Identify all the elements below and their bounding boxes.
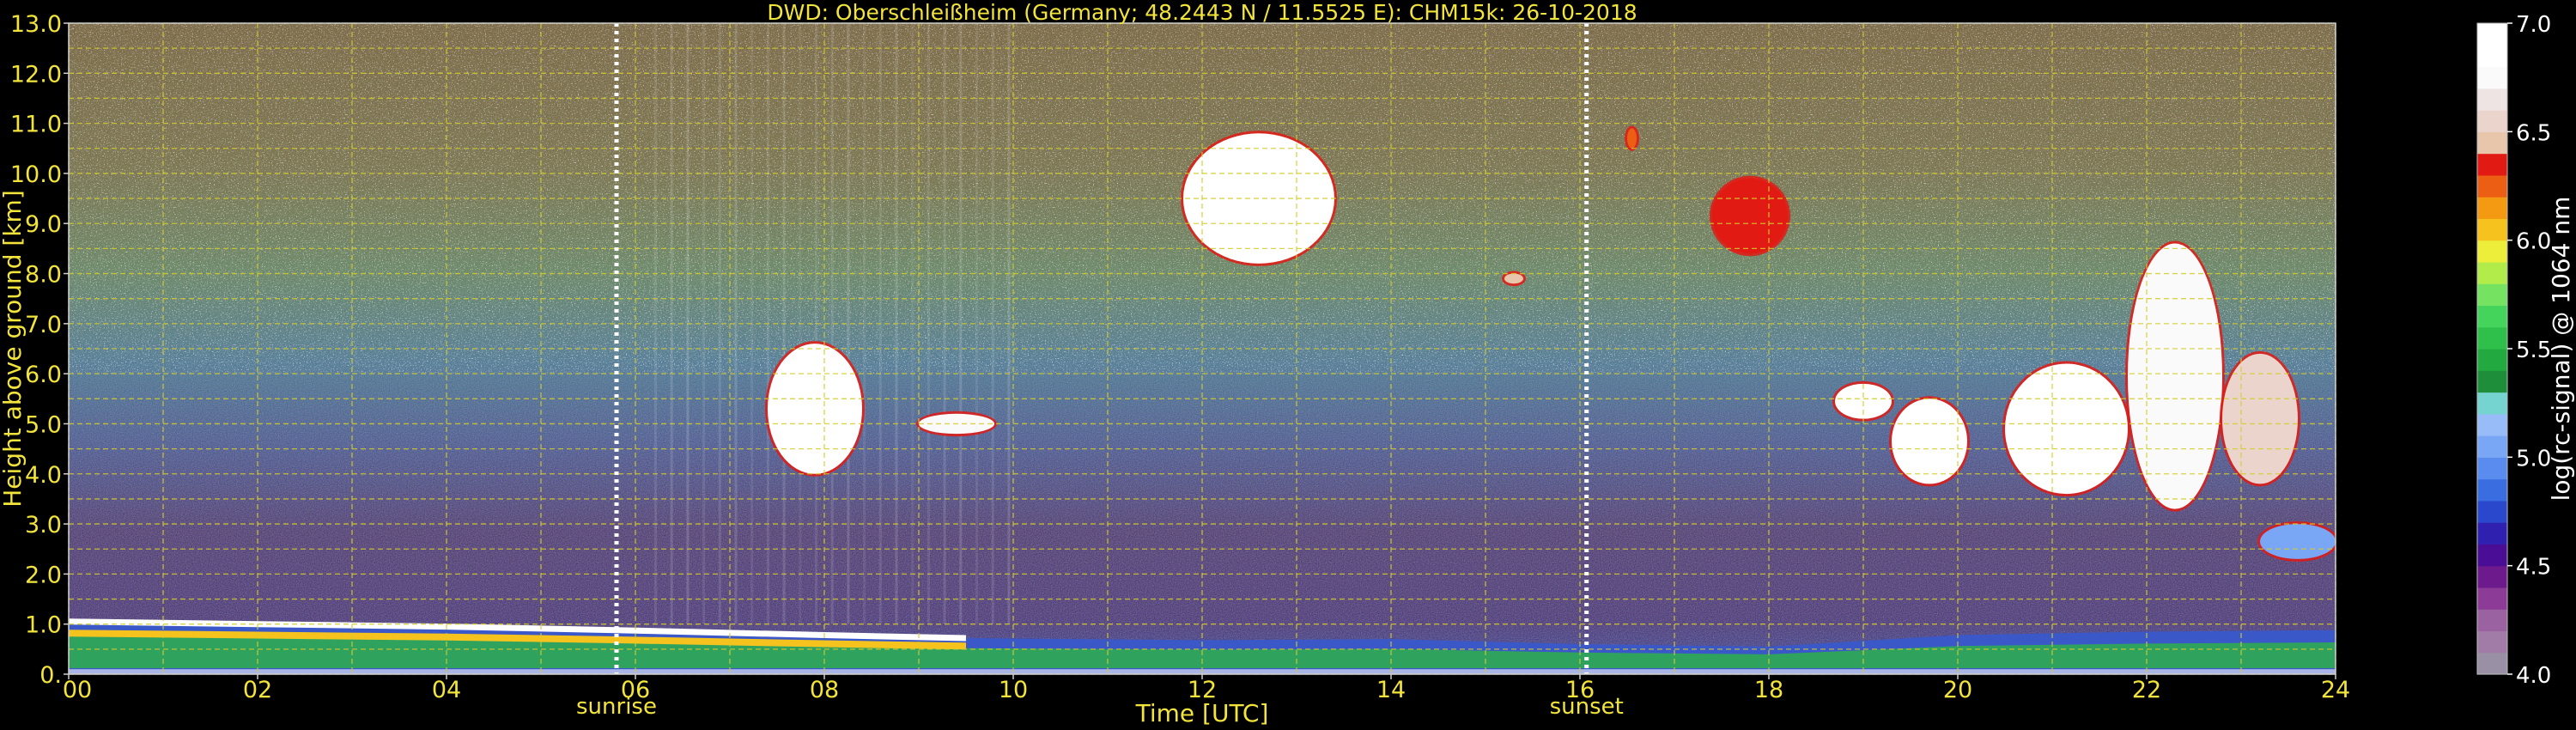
cloud-layer <box>1504 273 1523 284</box>
colorbar-segment <box>2477 370 2507 393</box>
colorbar-segment <box>2477 110 2507 132</box>
colorbar-segment <box>2477 131 2507 155</box>
y-tick-label: 11.0 <box>10 112 62 138</box>
colorbar-label: log(rc-signal) @ 1064 nm <box>2547 197 2575 502</box>
noise-streak <box>975 23 978 624</box>
colorbar-segment <box>2477 326 2507 350</box>
colorbar-segment <box>2477 261 2507 284</box>
cloud-layer <box>1627 128 1637 149</box>
colorbar: 4.04.55.05.56.06.57.0 <box>2476 12 2551 689</box>
colorbar-segment <box>2477 197 2507 219</box>
x-tick-label: 24 <box>2321 677 2350 703</box>
y-tick-label: 10.0 <box>10 161 62 188</box>
x-tick-label: 20 <box>1943 677 1972 703</box>
colorbar-segment <box>2477 457 2507 480</box>
y-tick-label: 1.0 <box>25 612 62 639</box>
colorbar-segment <box>2477 240 2507 263</box>
y-tick-label: 0. <box>39 662 62 689</box>
x-tick-label: 04 <box>432 677 461 703</box>
colorbar-segment <box>2477 88 2507 111</box>
x-tick-label: 22 <box>2132 677 2161 703</box>
colorbar-segment <box>2477 435 2507 458</box>
colorbar-segment <box>2477 283 2507 307</box>
x-tick-label: 16 <box>1565 677 1595 703</box>
y-tick-label: 12.0 <box>10 61 62 88</box>
cloud-layer <box>1712 178 1788 254</box>
colorbar-segment <box>2477 218 2507 241</box>
cloud-layer <box>2260 524 2336 559</box>
chart-title: DWD: Oberschleißheim (Germany; 48.2443 N… <box>767 0 1637 25</box>
chart-svg: sunrise sunset 00 02 04 06 08 10 12 14 16 18 20 22 24… <box>0 0 2575 727</box>
colorbar-tick-label: 7.0 <box>2516 12 2551 38</box>
y-tick-label: 9.0 <box>25 211 62 238</box>
colorbar-segment <box>2477 349 2507 371</box>
y-tick-label: 3.0 <box>25 512 62 538</box>
cloud-layer <box>768 344 862 474</box>
x-tick-label: 02 <box>243 677 272 703</box>
y-tick-label: 5.0 <box>25 411 62 438</box>
colorbar-segment <box>2477 66 2507 89</box>
colorbar-segment <box>2477 500 2507 523</box>
y-tick-label: 8.0 <box>25 262 62 289</box>
colorbar-segment <box>2477 630 2507 654</box>
x-tick-label: 18 <box>1754 677 1783 703</box>
colorbar-tick-label: 6.5 <box>2516 120 2551 146</box>
colorbar-segment <box>2477 174 2507 198</box>
x-axis-label: Time [UTC] <box>1135 699 1269 727</box>
x-tick-label: 00 <box>63 677 92 703</box>
colorbar-tick-label: 4.5 <box>2516 555 2551 581</box>
ceilometer-chart: sunrise sunset 00 02 04 06 08 10 12 14 16 18 20 22 24… <box>0 0 2576 730</box>
colorbar-segment <box>2477 522 2507 544</box>
x-tick-label: 10 <box>999 677 1028 703</box>
colorbar-segment <box>2477 305 2507 328</box>
colorbar-tick-label: 4.0 <box>2516 663 2551 689</box>
y-tick-label: 2.0 <box>25 562 62 588</box>
x-tick-label: 06 <box>621 677 650 703</box>
colorbar-segment <box>2477 652 2507 675</box>
colorbar-segment <box>2477 413 2507 436</box>
x-tick-label: 08 <box>810 677 839 703</box>
colorbar-segment <box>2477 478 2507 502</box>
colorbar-segment <box>2477 565 2507 588</box>
x-tick-label: 14 <box>1376 677 1406 703</box>
y-tick-label: 7.0 <box>25 312 62 338</box>
colorbar-segment <box>2477 587 2507 610</box>
colorbar-segment <box>2477 45 2507 68</box>
cloud-layer <box>1892 398 1967 484</box>
y-tick-label: 13.0 <box>10 11 62 38</box>
noise-streak <box>718 23 721 624</box>
colorbar-segment <box>2477 153 2507 176</box>
colorbar-segment <box>2477 544 2507 567</box>
noise-streak <box>847 23 850 624</box>
colorbar-segment <box>2477 23 2507 46</box>
cloud-layer <box>2128 243 2222 509</box>
noise-streak <box>959 23 963 624</box>
cloud-layer <box>2005 363 2128 495</box>
y-axis-label: Height above ground [km] <box>0 190 27 508</box>
colorbar-segment <box>2477 609 2507 632</box>
y-tick-label: 6.0 <box>25 362 62 388</box>
colorbar-segment <box>2477 392 2507 415</box>
y-tick-label: 4.0 <box>25 462 62 489</box>
